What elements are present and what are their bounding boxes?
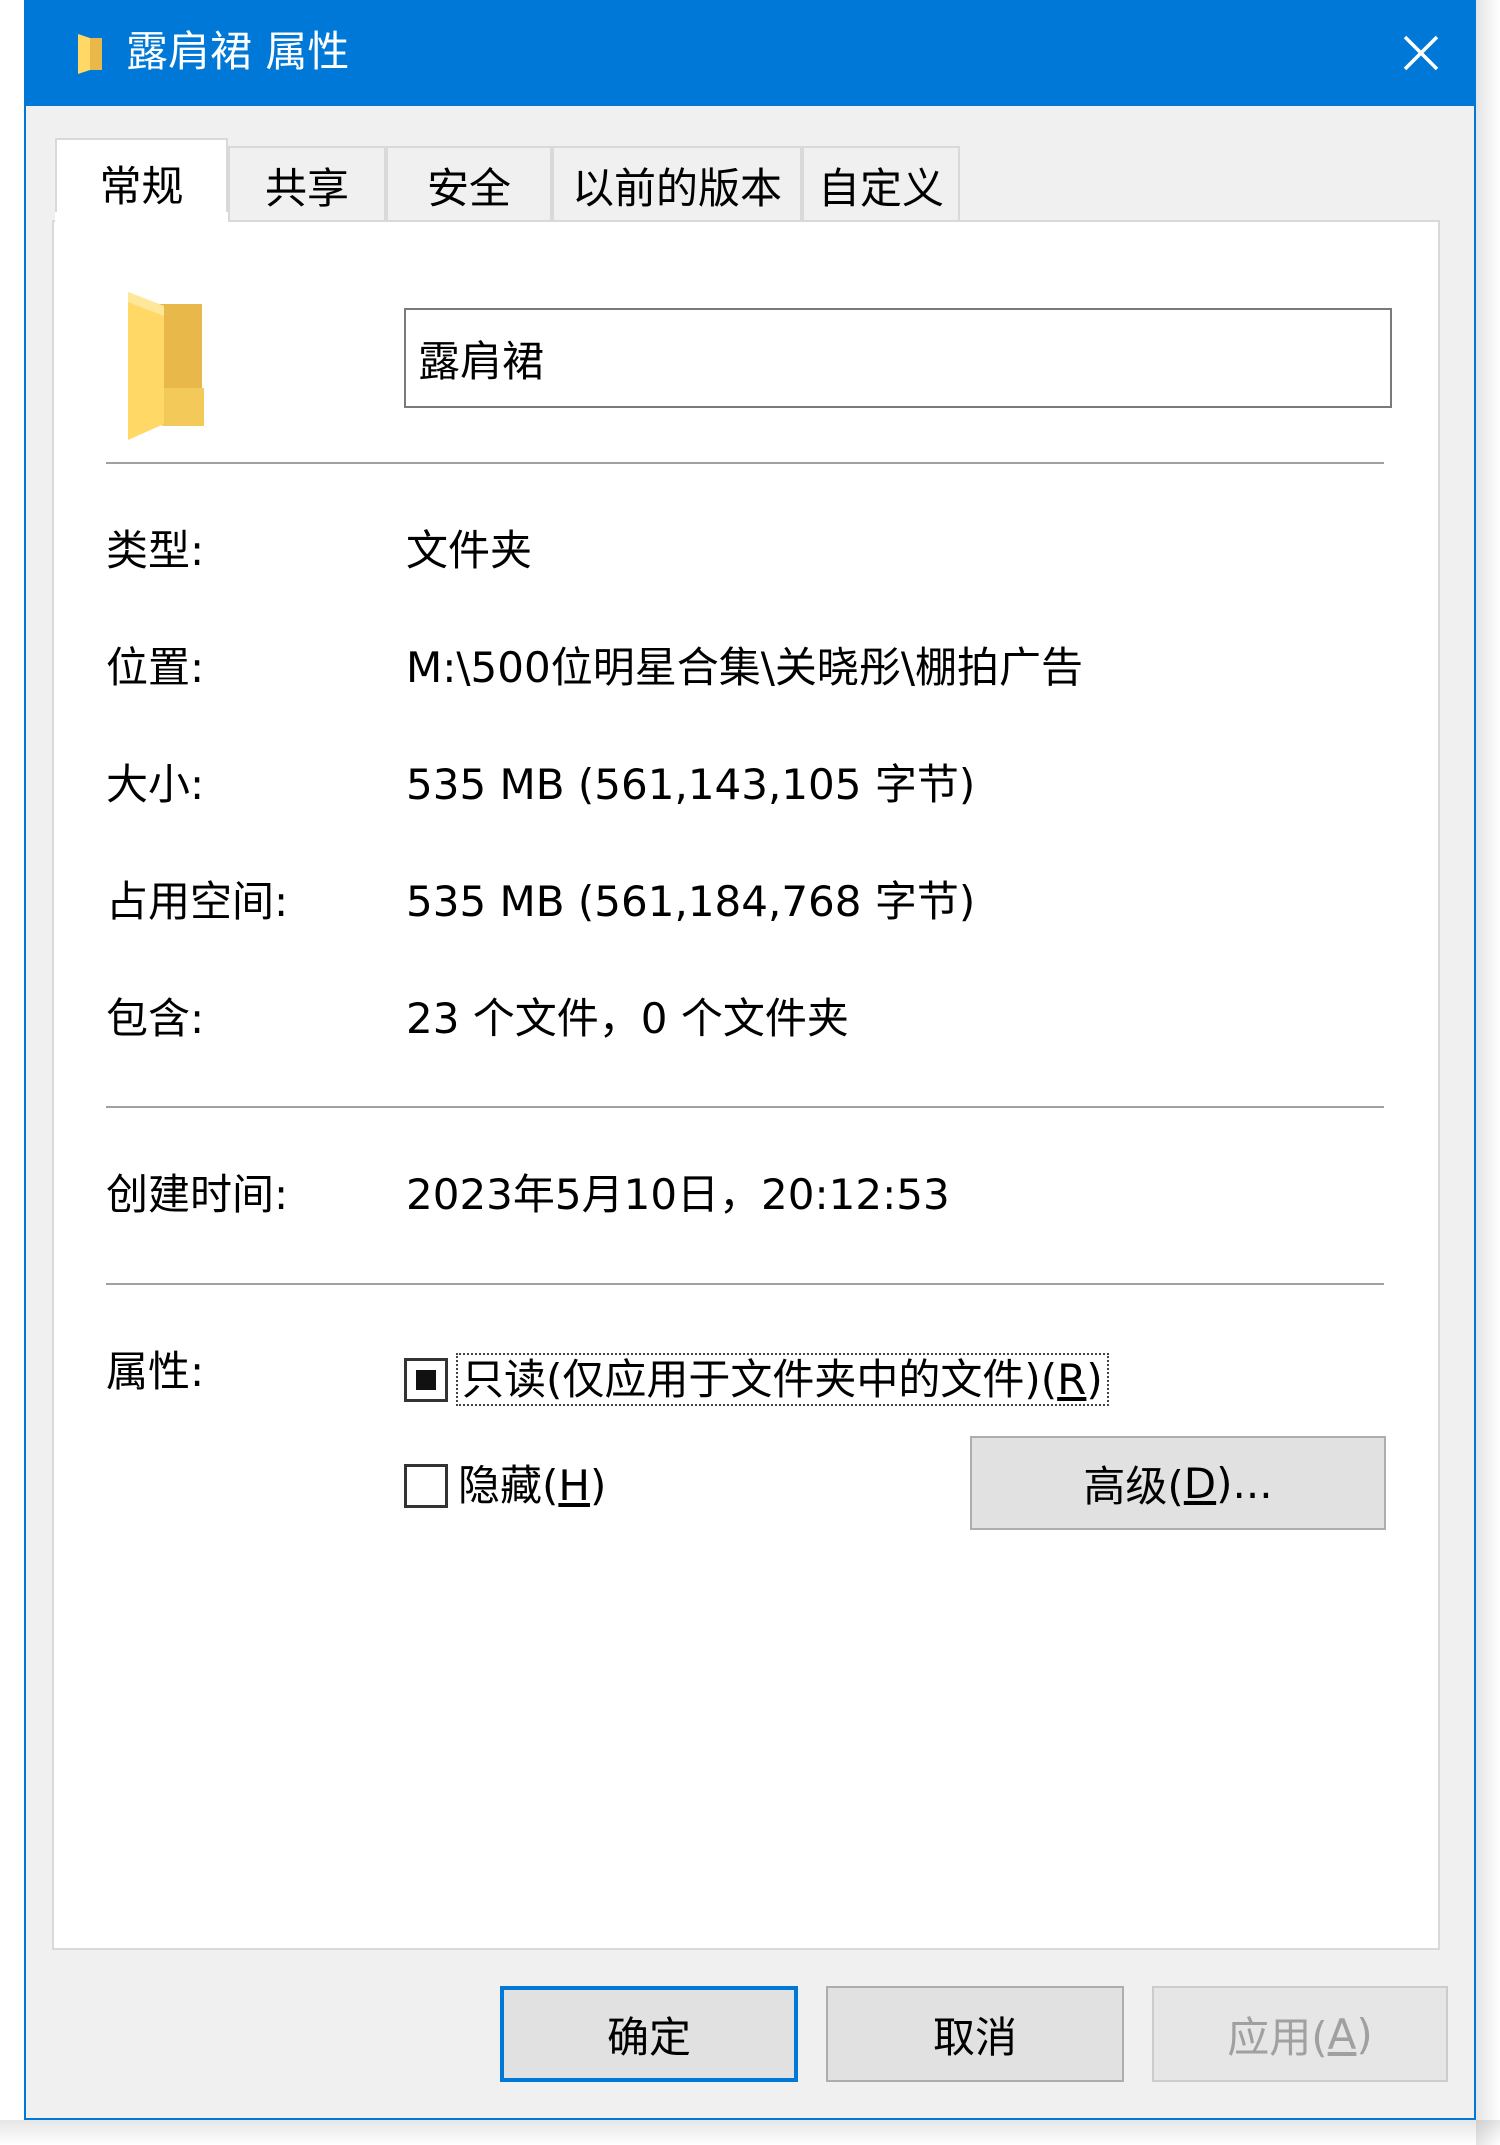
created-label: 创建时间:	[106, 1170, 289, 1219]
hidden-text: 隐藏(	[458, 1461, 559, 1510]
close-icon	[1403, 35, 1439, 71]
tab-security[interactable]: 安全	[386, 146, 552, 222]
hidden-text-end: )	[589, 1461, 607, 1510]
general-tab-panel	[52, 220, 1440, 1950]
ok-text: 确定	[606, 2012, 691, 2062]
apply-access-key: A	[1327, 2009, 1357, 2059]
separator	[106, 1283, 1384, 1285]
type-value: 文件夹	[406, 526, 533, 575]
window-title: 露肩裙 属性	[126, 27, 350, 76]
folder-name-input[interactable]	[404, 308, 1392, 408]
folder-icon	[78, 34, 102, 74]
active-tab-connector	[55, 212, 228, 226]
tab-label: 共享	[264, 163, 349, 213]
readonly-text: 只读(仅应用于文件夹中的文件)(	[462, 1355, 1058, 1404]
apply-text: 应用(	[1227, 2012, 1328, 2062]
tab-label: 以前的版本	[571, 163, 782, 213]
focus-outline: 只读(仅应用于文件夹中的文件)(R)	[456, 1353, 1109, 1406]
ok-button[interactable]: 确定	[500, 1986, 798, 2082]
advanced-text: 高级(	[1083, 1461, 1184, 1511]
type-label: 类型:	[106, 526, 205, 575]
title-bar[interactable]: 露肩裙 属性	[24, 0, 1476, 106]
apply-text-end: )	[1356, 2009, 1373, 2059]
advanced-text-end: )...	[1216, 1458, 1273, 1508]
contains-value: 23 个文件，0 个文件夹	[406, 994, 849, 1043]
hidden-checkbox[interactable]	[404, 1464, 448, 1508]
hidden-access-key: H	[558, 1461, 590, 1510]
readonly-checkbox[interactable]	[404, 1358, 448, 1402]
created-value: 2023年5月10日，20:12:53	[406, 1170, 950, 1219]
tab-sharing[interactable]: 共享	[228, 146, 386, 222]
tab-label: 自定义	[817, 163, 944, 213]
tab-label: 安全	[426, 163, 511, 213]
advanced-access-key: D	[1183, 1458, 1217, 1508]
hidden-label[interactable]: 隐藏(H)	[458, 1458, 606, 1514]
readonly-text-end: )	[1086, 1355, 1103, 1404]
size-label: 大小:	[106, 760, 205, 809]
window-shadow-right	[1476, 0, 1500, 2145]
tab-previous-versions[interactable]: 以前的版本	[552, 146, 802, 222]
cancel-button[interactable]: 取消	[826, 1986, 1124, 2082]
advanced-button[interactable]: 高级(D)...	[970, 1436, 1386, 1530]
disk-size-label: 占用空间:	[106, 877, 289, 926]
location-label: 位置:	[106, 643, 205, 692]
attributes-label: 属性:	[106, 1347, 205, 1396]
apply-button[interactable]: 应用(A)	[1152, 1986, 1448, 2082]
separator	[106, 462, 1384, 464]
tab-label: 常规	[99, 161, 184, 211]
disk-size-value: 535 MB (561,184,768 字节)	[406, 877, 976, 926]
tab-customize[interactable]: 自定义	[802, 146, 960, 222]
contains-label: 包含:	[106, 994, 205, 1043]
separator	[106, 1106, 1384, 1108]
folder-icon	[128, 292, 204, 440]
readonly-label[interactable]: 只读(仅应用于文件夹中的文件)(R)	[456, 1352, 1109, 1408]
cancel-text: 取消	[932, 2012, 1017, 2062]
location-value: M:\500位明星合集\关晓彤\棚拍广告	[406, 643, 1084, 692]
close-button[interactable]	[1366, 0, 1476, 106]
size-value: 535 MB (561,143,105 字节)	[406, 760, 976, 809]
readonly-access-key: R	[1057, 1355, 1087, 1404]
window-shadow-bottom	[0, 2120, 1500, 2145]
